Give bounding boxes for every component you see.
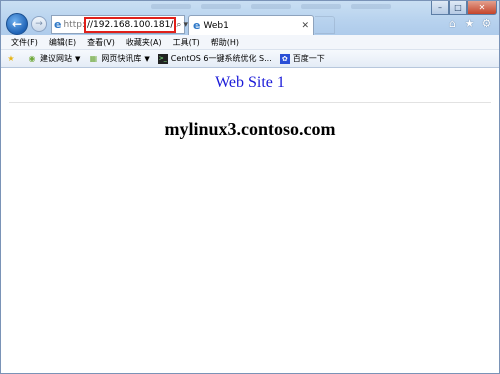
browser-toolbar: – □ ✕ ← → e http: //192.168.100.181/ ⌕ ▾… xyxy=(1,1,499,35)
menu-bar: 文件(F) 编辑(E) 查看(V) 收藏夹(A) 工具(T) 帮助(H) xyxy=(1,35,499,50)
page-title: Web Site 1 xyxy=(215,74,285,91)
home-icon[interactable]: ⌂ xyxy=(446,17,459,30)
fav-item-suggested-sites[interactable]: ◉ 建议网站 ▼ xyxy=(27,53,81,64)
dropdown-arrow-icon: ▼ xyxy=(144,54,150,63)
dropdown-arrow-icon: ▼ xyxy=(75,54,81,63)
fav-item-web-slice-gallery[interactable]: ▦ 网页快讯库 ▼ xyxy=(88,53,150,64)
menu-edit[interactable]: 编辑(E) xyxy=(49,37,76,48)
favorites-star-icon[interactable]: ★ xyxy=(463,17,476,30)
background-window-titles xyxy=(151,2,431,10)
favorites-star-button[interactable]: ★ xyxy=(6,54,19,64)
terminal-icon: >_ xyxy=(157,53,168,64)
fav-item-baidu[interactable]: ✿ 百度一下 xyxy=(279,53,325,64)
fav-label: 网页快讯库 xyxy=(101,54,142,63)
back-button[interactable]: ← xyxy=(6,13,28,35)
fav-label: CentOS 6一键系统优化 S... xyxy=(170,54,272,63)
maximize-button[interactable]: □ xyxy=(449,1,467,15)
ie-page-icon: e xyxy=(54,18,62,31)
command-icons: ⌂ ★ ⚙ xyxy=(446,17,493,30)
fav-label: 建议网站 xyxy=(40,54,72,63)
menu-tools[interactable]: 工具(T) xyxy=(173,37,200,48)
new-tab-button[interactable] xyxy=(315,16,335,34)
browser-window: – □ ✕ ← → e http: //192.168.100.181/ ⌕ ▾… xyxy=(0,0,500,374)
page-content: Web Site 1 mylinux3.contoso.com xyxy=(1,69,499,373)
tab-label: Web1 xyxy=(203,20,229,31)
menu-file[interactable]: 文件(F) xyxy=(11,37,38,48)
hostname-heading: mylinux3.contoso.com xyxy=(164,119,336,139)
url-text[interactable]: //192.168.100.181/ xyxy=(83,16,177,33)
forward-button[interactable]: → xyxy=(31,16,47,32)
menu-view[interactable]: 查看(V) xyxy=(87,37,115,48)
tab-web1[interactable]: e Web1 ✕ xyxy=(188,15,314,35)
ie-tab-icon: e xyxy=(193,19,201,32)
minimize-button[interactable]: – xyxy=(431,1,449,15)
close-window-button[interactable]: ✕ xyxy=(467,1,497,15)
favorites-bar: ★ ◉ 建议网站 ▼ ▦ 网页快讯库 ▼ >_ CentOS 6一键系统优化 S… xyxy=(1,50,499,68)
url-protocol: http: xyxy=(63,19,85,30)
window-controls: – □ ✕ xyxy=(431,1,497,15)
gear-icon[interactable]: ⚙ xyxy=(480,17,493,30)
close-tab-icon[interactable]: ✕ xyxy=(301,21,309,31)
fav-item-centos[interactable]: >_ CentOS 6一键系统优化 S... xyxy=(157,53,272,64)
back-arrow-icon: ← xyxy=(11,17,23,31)
menu-favorites[interactable]: 收藏夹(A) xyxy=(126,37,162,48)
menu-help[interactable]: 帮助(H) xyxy=(211,37,239,48)
forward-arrow-icon: → xyxy=(35,19,43,29)
fav-label: 百度一下 xyxy=(292,54,325,63)
suggested-sites-icon: ◉ xyxy=(28,54,36,63)
add-favorite-star-icon: ★ xyxy=(7,54,15,63)
search-icon[interactable]: ⌕ xyxy=(176,20,181,30)
web-slice-icon: ▦ xyxy=(89,54,98,63)
baidu-paw-icon: ✿ xyxy=(279,53,290,64)
address-bar[interactable]: e http: //192.168.100.181/ ⌕ ▾ ↻ xyxy=(51,15,198,34)
horizontal-rule xyxy=(9,102,491,103)
